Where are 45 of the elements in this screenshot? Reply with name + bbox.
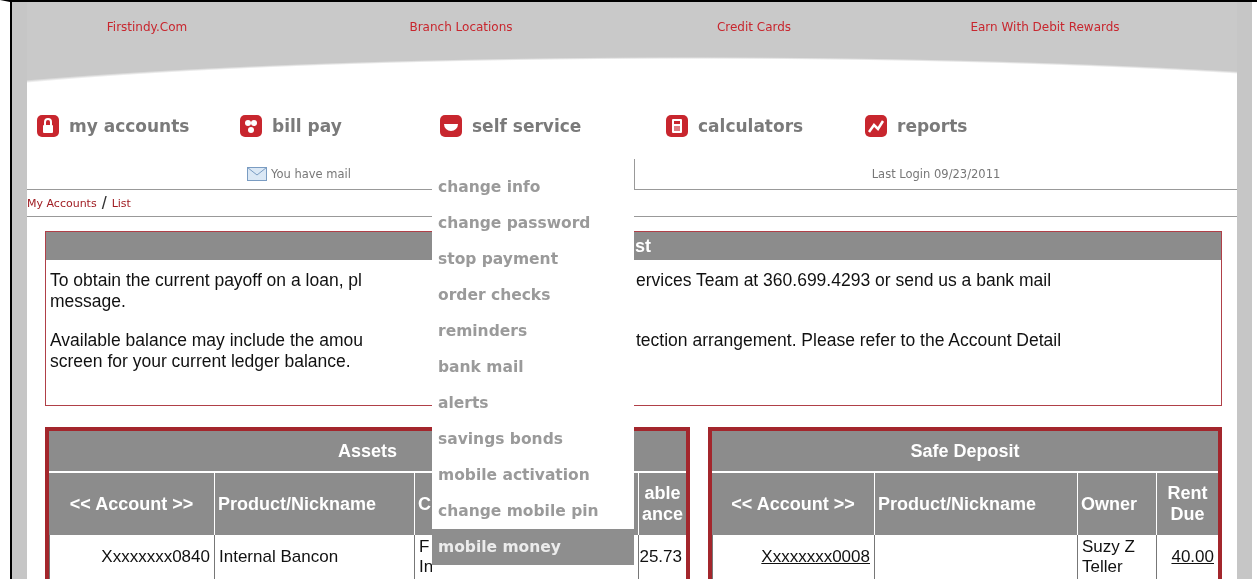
nav-item[interactable]: bill pay (240, 115, 440, 137)
column-header: << Account >> (712, 473, 874, 535)
breadcrumb-link[interactable]: My Accounts (27, 196, 97, 210)
column-header: Owner (1077, 473, 1156, 535)
table-cell: In (419, 557, 434, 577)
nav-item[interactable]: my accounts (37, 115, 240, 137)
column-header: Product/Nickname (214, 473, 414, 535)
last-login: Last Login 09/23/2011 (871, 167, 1001, 181)
table-cell: Suzy Z (1082, 537, 1135, 557)
chart-icon (865, 115, 887, 137)
nav-item[interactable]: self service (440, 115, 666, 137)
table-cell: 25.73 (639, 547, 682, 567)
top-link[interactable]: Firstindy.Com (106, 20, 188, 34)
notice-text: tection arrangement. Please refer to the Account Detail (636, 330, 1063, 351)
table-cell: Teller (1082, 557, 1123, 577)
notice-text: screen for your current ledger balance. (50, 351, 352, 372)
mail-notice[interactable]: You have mail (271, 167, 351, 181)
table-cell: F (419, 537, 430, 557)
table-cell: Internal Bancon (219, 547, 339, 567)
column-header: Product/Nickname (874, 473, 1077, 535)
breadcrumb-link[interactable]: List (111, 196, 131, 210)
top-link[interactable]: Branch Locations (409, 20, 513, 34)
table-cell: Xxxxxxxx0840 (101, 547, 210, 567)
table-title: Assets (337, 440, 397, 462)
notice-text: To obtain the current payoff on a loan, pl (50, 270, 363, 291)
column-header: able ance (638, 473, 686, 535)
bowl-icon (440, 115, 462, 137)
account-link[interactable]: Xxxxxxxx0008 (761, 547, 870, 567)
notice-text: ervices Team at 360.699.4293 or send us a bank mail (636, 270, 1053, 291)
nav-item[interactable]: reports (865, 115, 1237, 137)
column-header: Rent Due (1156, 473, 1218, 535)
top-link[interactable]: Credit Cards (716, 20, 792, 34)
account-link[interactable]: 40.00 (1171, 547, 1214, 567)
nav-item[interactable]: calculators (666, 115, 865, 137)
column-header: << Account >> (49, 473, 214, 535)
notice-text: message. (50, 291, 127, 312)
calculator-icon (666, 115, 688, 137)
breadcrumb-separator: / (101, 192, 107, 214)
envelope-icon (247, 167, 267, 181)
top-link[interactable]: Earn With Debit Rewards (970, 20, 1120, 34)
menu-item[interactable]: mobile money (432, 529, 634, 565)
notice-title: st (635, 235, 651, 257)
notice-text: Available balance may include the amou (50, 330, 364, 351)
table-title: Safe Deposit (910, 440, 1020, 462)
padlock-icon (37, 115, 59, 137)
